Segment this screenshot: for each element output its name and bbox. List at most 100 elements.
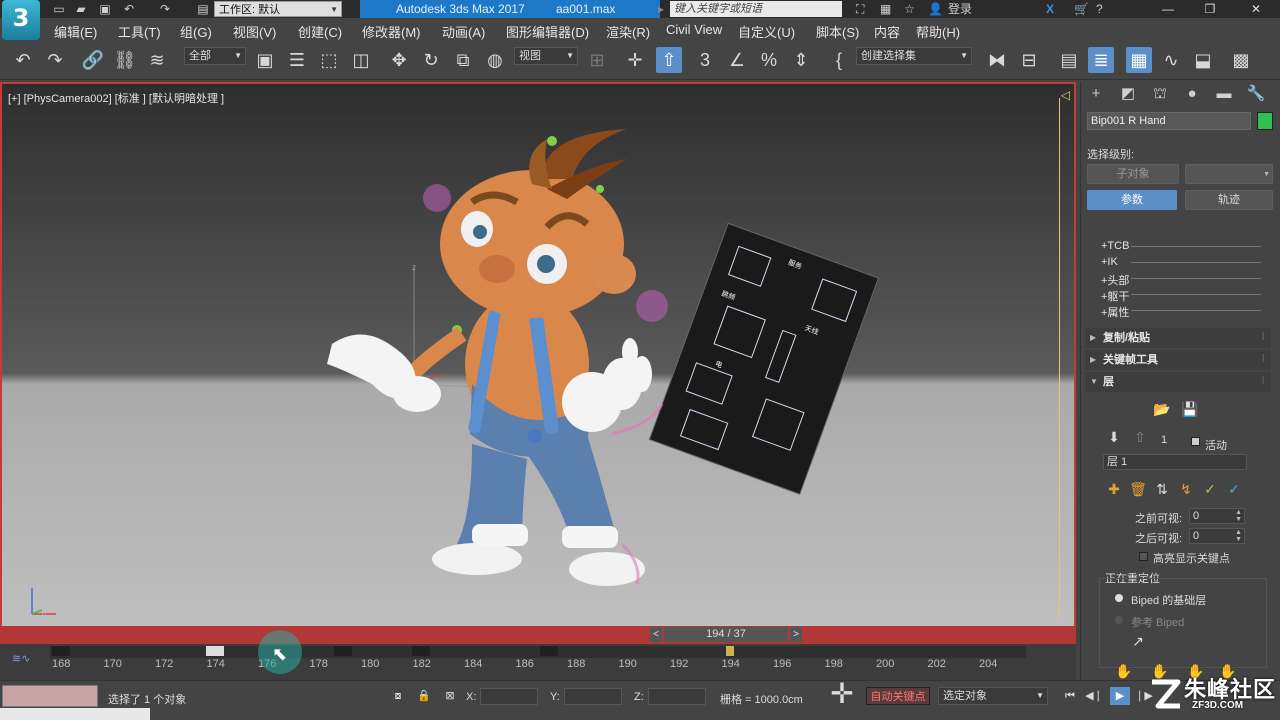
- subobject-dropdown[interactable]: ▼: [1185, 164, 1273, 184]
- maximize-button[interactable]: ❐: [1188, 0, 1232, 18]
- menu-customize[interactable]: 自定义(U): [738, 22, 795, 41]
- create-tab-icon[interactable]: +: [1085, 84, 1107, 104]
- project-folder-icon[interactable]: ▤: [194, 0, 212, 18]
- move-icon[interactable]: ✥: [386, 47, 412, 73]
- login-label[interactable]: 登录: [948, 0, 972, 18]
- keyframe-marker[interactable]: [412, 646, 430, 656]
- save-layers-icon[interactable]: 💾: [1181, 400, 1199, 418]
- after-visible-spinner[interactable]: 0 ▲ ▼: [1189, 528, 1245, 544]
- rollout-copy-paste[interactable]: ▶ 复制/粘贴 ⁞: [1085, 328, 1271, 348]
- material-editor-icon[interactable]: ▩: [1228, 47, 1254, 73]
- align-icon[interactable]: ⊟: [1016, 47, 1042, 73]
- auto-key-button[interactable]: 自动关键点: [866, 687, 930, 705]
- absolute-mode-icon[interactable]: ⊠: [440, 687, 460, 705]
- z-coord-field[interactable]: [648, 688, 706, 705]
- edit-named-selection-icon[interactable]: {: [826, 47, 852, 73]
- layer-name-field[interactable]: 层 1: [1103, 454, 1247, 470]
- parameters-button[interactable]: 参数: [1087, 190, 1177, 210]
- place-icon[interactable]: ◍: [482, 47, 508, 73]
- y-coord-field[interactable]: [564, 688, 622, 705]
- layer-down-icon[interactable]: ⬇: [1105, 428, 1123, 446]
- active-checkbox[interactable]: [1191, 437, 1200, 446]
- help-button[interactable]: ?: [1096, 0, 1103, 18]
- motion-tab-icon[interactable]: ●: [1181, 84, 1203, 104]
- menu-create[interactable]: 创建(C): [298, 22, 342, 41]
- keyframe-marker[interactable]: [334, 646, 352, 656]
- select-by-name-icon[interactable]: ☰: [284, 47, 310, 73]
- keyframe-marker[interactable]: [540, 646, 558, 656]
- track-head[interactable]: +头部: [1101, 272, 1261, 288]
- go-to-start-icon[interactable]: ⏮: [1060, 687, 1080, 705]
- pick-biped-icon[interactable]: ↗: [1129, 632, 1147, 650]
- x-coord-field[interactable]: [480, 688, 538, 705]
- ref-biped-radio[interactable]: [1115, 616, 1123, 624]
- menu-scripting[interactable]: 脚本(S): [816, 22, 859, 41]
- selection-lock-icon[interactable]: 🔒: [414, 687, 434, 705]
- track-tcb[interactable]: +TCB: [1101, 240, 1261, 252]
- snap-set-key-icon[interactable]: ↯: [1177, 480, 1195, 498]
- key-selection-dropdown[interactable]: 选定对象 ▼: [938, 687, 1048, 705]
- scale-icon[interactable]: ⧉: [450, 47, 476, 73]
- binoculars-icon[interactable]: ⛶: [856, 0, 864, 18]
- search-input[interactable]: 键入关键字或短语: [670, 1, 842, 17]
- key-track[interactable]: [50, 646, 1026, 658]
- collapse-layer-icon[interactable]: ⇅: [1153, 480, 1171, 498]
- subobject-button[interactable]: 子对象: [1087, 164, 1179, 184]
- menu-content[interactable]: 内容: [874, 22, 900, 41]
- user-icon[interactable]: 👤: [928, 0, 943, 18]
- biped-base-radio[interactable]: [1115, 594, 1123, 602]
- keyframe-marker-selected[interactable]: [206, 646, 224, 656]
- track-body[interactable]: +躯干: [1101, 288, 1261, 304]
- layer-up-icon[interactable]: ⇧: [1131, 428, 1149, 446]
- previous-frame-icon[interactable]: ◀❘: [1084, 687, 1104, 705]
- select-object-icon[interactable]: ▣: [252, 47, 278, 73]
- pivot-center-icon[interactable]: ⊞: [584, 47, 610, 73]
- chevron-right-icon[interactable]: ▸: [658, 0, 664, 18]
- layer-options-icon[interactable]: ✓: [1225, 480, 1243, 498]
- keyboard-shortcut-override-icon[interactable]: ⇧: [656, 47, 682, 73]
- object-name-field[interactable]: Bip001 R Hand: [1087, 112, 1251, 130]
- subscription-icon[interactable]: ▦: [880, 0, 891, 18]
- scene-explorer-icon[interactable]: ▤: [1056, 47, 1082, 73]
- window-crossing-icon[interactable]: ◫: [348, 47, 374, 73]
- modify-tab-icon[interactable]: ◩: [1117, 84, 1139, 104]
- workspace-dropdown[interactable]: 工作区: 默认 ▼: [214, 1, 342, 17]
- mirror-icon[interactable]: ⧓: [984, 47, 1010, 73]
- highlight-keys-checkbox[interactable]: [1139, 552, 1148, 561]
- undo-icon[interactable]: ↶: [10, 47, 36, 73]
- maxscript-listener[interactable]: [2, 685, 98, 707]
- menu-view[interactable]: 视图(V): [233, 22, 276, 41]
- app-logo-icon[interactable]: 3: [2, 0, 40, 40]
- hierarchy-tab-icon[interactable]: ⛫: [1149, 84, 1171, 104]
- rotate-icon[interactable]: ↻: [418, 47, 444, 73]
- perspective-viewport[interactable]: [+] [PhysCamera002] [标准 ] [默认明暗处理 ] ◁ z: [0, 82, 1076, 642]
- menu-graph-editors[interactable]: 图形编辑器(D): [506, 22, 589, 41]
- create-layer-icon[interactable]: ✚: [1105, 480, 1123, 498]
- menu-help[interactable]: 帮助(H): [916, 22, 960, 41]
- named-selection-dropdown[interactable]: 创建选择集 ▼: [856, 47, 972, 65]
- curve-editor-icon[interactable]: ∿: [1158, 47, 1184, 73]
- link-icon[interactable]: 🔗: [80, 47, 106, 73]
- menu-rendering[interactable]: 渲染(R): [606, 22, 650, 41]
- minimize-button[interactable]: —: [1146, 0, 1190, 18]
- ribbon-toggle-icon[interactable]: ▦: [1126, 47, 1152, 73]
- menu-edit[interactable]: 编辑(E): [54, 22, 97, 41]
- percent-snap-icon[interactable]: %: [756, 47, 782, 73]
- rollout-keyframe-tools[interactable]: ▶ 关键帧工具 ⁞: [1085, 350, 1271, 370]
- layer-explorer-icon[interactable]: ≣: [1088, 47, 1114, 73]
- menu-civil-view[interactable]: Civil View: [666, 22, 722, 37]
- save-icon[interactable]: ▣: [96, 0, 114, 18]
- manipulate-icon[interactable]: ✛: [622, 47, 648, 73]
- menu-modifiers[interactable]: 修改器(M): [362, 22, 421, 41]
- selection-filter-dropdown[interactable]: 全部 ▼: [184, 47, 246, 65]
- snaps-toggle-icon[interactable]: 3: [692, 47, 718, 73]
- redo-icon[interactable]: ↷: [42, 47, 68, 73]
- time-slider-prev-button[interactable]: <: [650, 627, 662, 642]
- time-slider-next-button[interactable]: >: [790, 627, 802, 642]
- time-slider-handle[interactable]: 194 / 37: [664, 627, 788, 642]
- rectangular-selection-icon[interactable]: ⬚: [316, 47, 342, 73]
- open-file-icon[interactable]: ▰: [72, 0, 90, 18]
- exchange-icon[interactable]: X: [1046, 0, 1054, 18]
- cart-icon[interactable]: 🛒: [1074, 0, 1089, 18]
- track-props[interactable]: +属性: [1101, 304, 1261, 320]
